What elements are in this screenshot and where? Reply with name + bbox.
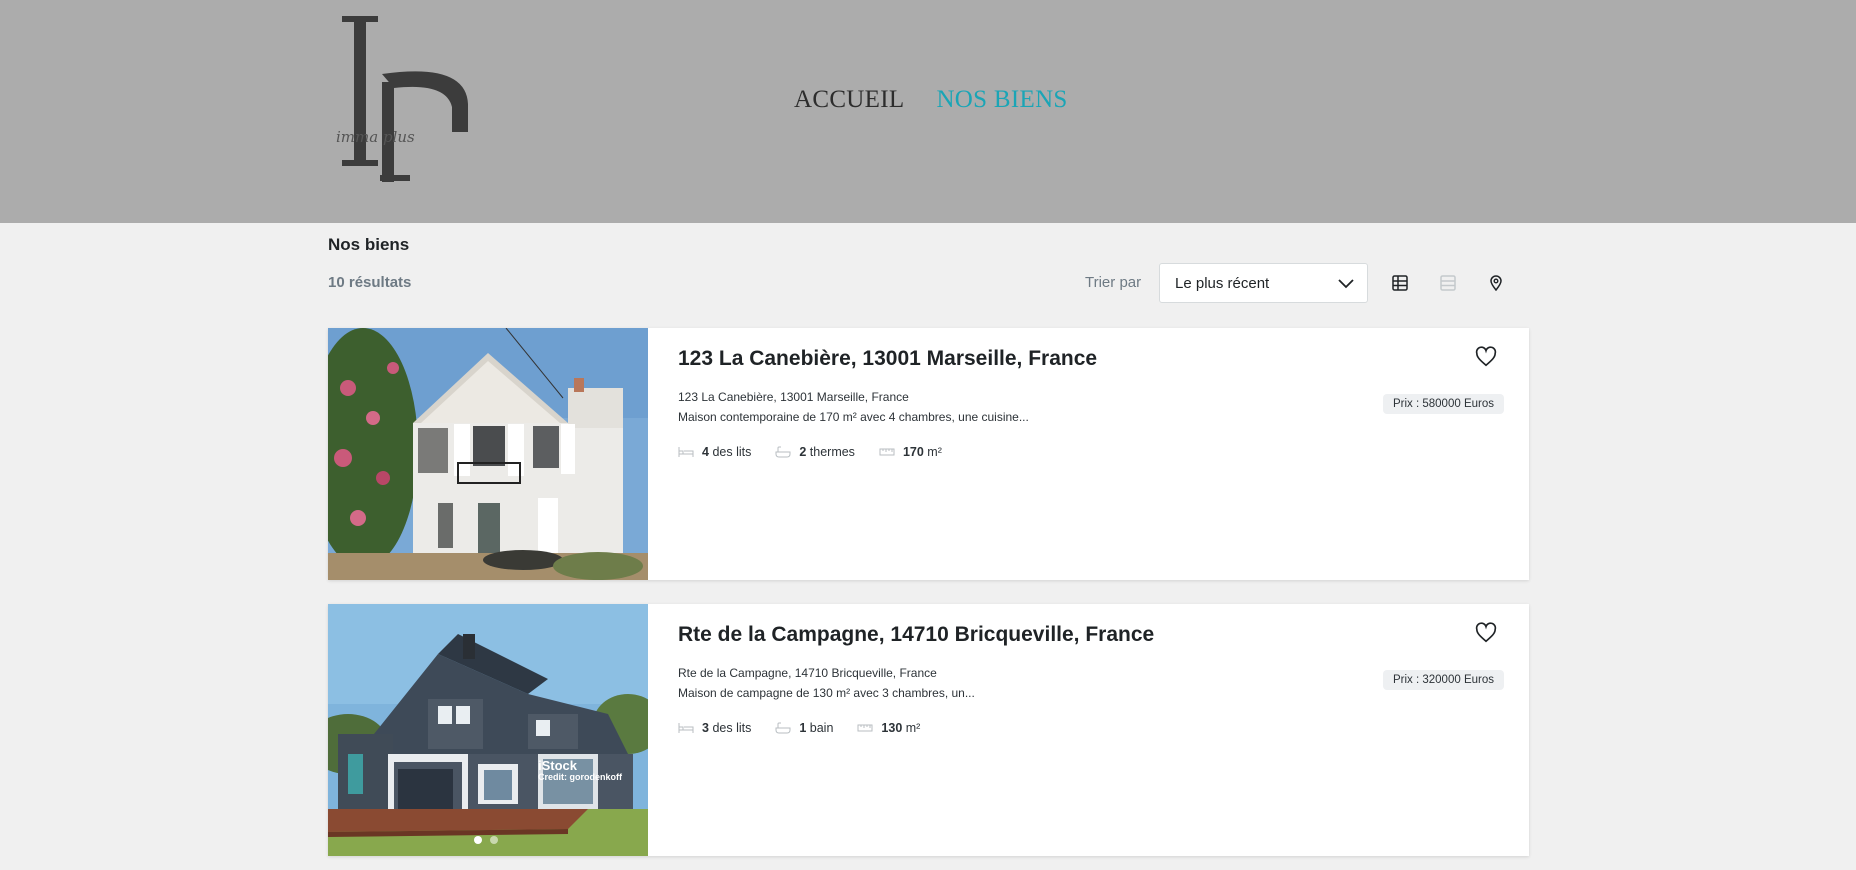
listing-address: Rte de la Campagne, 14710 Bricqueville, … <box>678 666 937 680</box>
list-view-button[interactable] <box>1430 265 1466 301</box>
watermark-brand: iStock <box>538 758 578 773</box>
house-photo-image <box>328 604 648 856</box>
bathtub-icon <box>775 446 791 458</box>
nav-nos-biens[interactable]: NOS BIENS <box>936 86 1067 114</box>
beds-feature: 3 des lits <box>678 721 751 735</box>
house-photo-image <box>328 328 648 580</box>
site-header: imma plus ACCUEIL NOS BIENS <box>0 0 1856 223</box>
baths-feature: 1 bain <box>775 721 833 735</box>
grid-view-icon <box>1392 275 1408 291</box>
area-value: 130 <box>881 721 903 735</box>
results-count: 10 résultats <box>328 274 412 291</box>
ruler-icon <box>879 448 895 456</box>
grid-view-button[interactable] <box>1382 265 1418 301</box>
baths-label: thermes <box>809 445 855 459</box>
page-title: Nos biens <box>328 235 410 254</box>
listing-address: 123 La Canebière, 13001 Marseille, Franc… <box>678 390 909 404</box>
area-feature: 130 m² <box>857 721 920 735</box>
beds-count: 3 <box>702 721 709 735</box>
listing-details: 123 La Canebière, 13001 Marseille, Franc… <box>678 328 1529 580</box>
area-unit: m² <box>905 721 921 735</box>
watermark-credit: Credit: gorodenkoff <box>538 772 622 783</box>
map-pin-icon <box>1490 275 1502 291</box>
heart-icon[interactable] <box>1475 346 1497 368</box>
listing-description: Maison de campagne de 130 m² avec 3 cham… <box>678 686 975 700</box>
baths-count: 1 <box>799 721 807 735</box>
listing-description: Maison contemporaine de 170 m² avec 4 ch… <box>678 410 1029 424</box>
sort-value: Le plus récent <box>1175 274 1270 292</box>
price-badge: Prix : 580000 Euros <box>1382 394 1504 414</box>
sort-label: Trier par <box>1085 274 1142 291</box>
listing-title[interactable]: Rte de la Campagne, 14710 Bricqueville, … <box>678 623 1154 647</box>
chevron-down-icon <box>1338 279 1354 289</box>
listing-card[interactable]: iStock Credit: gorodenkoff Rte de la Cam… <box>328 604 1529 856</box>
carousel-dot[interactable] <box>490 836 498 844</box>
beds-label: des lits <box>712 445 752 459</box>
beds-feature: 4 des lits <box>678 445 751 459</box>
beds-count: 4 <box>702 445 709 459</box>
baths-label: bain <box>809 721 834 735</box>
sort-select[interactable]: Le plus récent <box>1159 263 1368 303</box>
imma-plus-logo[interactable]: imma plus <box>336 12 470 184</box>
listing-features: 4 des lits 2 thermes 170 m² <box>678 445 942 459</box>
baths-feature: 2 thermes <box>775 445 855 459</box>
main-nav: ACCUEIL NOS BIENS <box>794 86 1068 114</box>
baths-count: 2 <box>799 445 807 459</box>
bed-icon <box>678 723 694 733</box>
list-view-icon <box>1440 275 1456 291</box>
photo-watermark: iStock Credit: gorodenkoff <box>538 758 622 783</box>
listing-details: Rte de la Campagne, 14710 Bricqueville, … <box>678 604 1529 856</box>
heart-icon[interactable] <box>1475 622 1497 644</box>
carousel-dot[interactable] <box>474 836 482 844</box>
beds-label: des lits <box>712 721 752 735</box>
listing-photo[interactable]: iStock Credit: gorodenkoff <box>328 604 648 856</box>
area-feature: 170 m² <box>879 445 942 459</box>
area-unit: m² <box>927 445 942 459</box>
bed-icon <box>678 447 694 457</box>
map-view-button[interactable] <box>1478 265 1514 301</box>
carousel-dots <box>474 836 498 844</box>
bathtub-icon <box>775 722 791 734</box>
nav-accueil[interactable]: ACCUEIL <box>794 86 904 114</box>
area-value: 170 <box>902 445 924 459</box>
listing-title[interactable]: 123 La Canebière, 13001 Marseille, Franc… <box>678 347 1097 371</box>
listing-features: 3 des lits 1 bain 130 m² <box>678 721 920 735</box>
price-badge: Prix : 320000 Euros <box>1382 670 1504 690</box>
listing-photo[interactable] <box>328 328 648 580</box>
listing-card[interactable]: 123 La Canebière, 13001 Marseille, Franc… <box>328 328 1529 580</box>
svg-text:imma plus: imma plus <box>336 128 415 146</box>
ruler-icon <box>857 724 873 732</box>
